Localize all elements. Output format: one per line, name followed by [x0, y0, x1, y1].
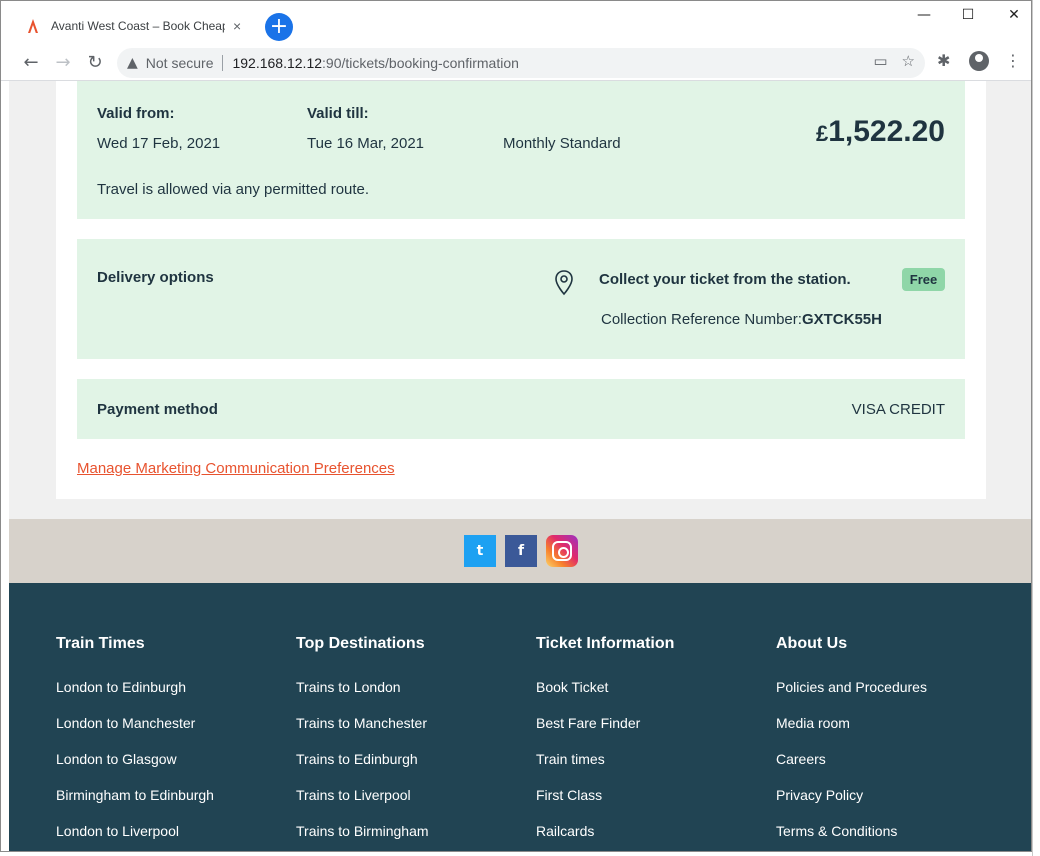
- footer-link[interactable]: Trains to Liverpool: [296, 785, 516, 821]
- footer-link[interactable]: London to Liverpool: [56, 821, 276, 851]
- footer-link[interactable]: Trains to London: [296, 677, 516, 713]
- footer-link[interactable]: Terms & Conditions: [776, 821, 996, 851]
- instagram-icon[interactable]: [546, 535, 578, 567]
- location-pin-icon: [555, 270, 573, 296]
- footer-link[interactable]: Careers: [776, 749, 996, 785]
- delivery-options-label: Delivery options: [97, 269, 214, 286]
- collection-reference-code: GXTCK55H: [801, 311, 882, 328]
- footer-link[interactable]: Trains to Manchester: [296, 713, 516, 749]
- footer-link[interactable]: Policies and Procedures: [776, 677, 996, 713]
- footer-column-train-times: Train Times London to Edinburgh London t…: [56, 635, 276, 851]
- tab-strip: Avanti West Coast – Book Cheap × + — ☐ ✕: [1, 1, 1031, 45]
- footer-link[interactable]: First Class: [536, 785, 756, 821]
- facebook-icon[interactable]: f: [505, 535, 537, 567]
- collection-reference-label: Collection Reference Number:: [601, 311, 802, 328]
- footer-heading: Train Times: [56, 635, 145, 652]
- tab-title: Avanti West Coast – Book Cheap: [51, 19, 225, 33]
- collection-reference: Collection Reference Number:GXTCK55H: [601, 311, 882, 328]
- ticket-validity-panel: Valid from: Wed 17 Feb, 2021 Valid till:…: [77, 81, 965, 219]
- payment-method-panel: Payment method VISA CREDIT: [77, 379, 965, 439]
- route-note: Travel is allowed via any permitted rout…: [97, 181, 370, 198]
- footer-link[interactable]: Book Ticket: [536, 677, 756, 713]
- forward-icon[interactable]: →: [49, 49, 77, 77]
- address-bar-actions: ▭ ☆: [873, 52, 915, 70]
- page-viewport[interactable]: Valid from: Wed 17 Feb, 2021 Valid till:…: [9, 81, 1031, 851]
- bookmark-star-icon[interactable]: ☆: [902, 52, 915, 70]
- tab-close-icon[interactable]: ×: [233, 18, 241, 34]
- tab-search-icon[interactable]: ▭: [873, 52, 887, 70]
- price-amount: 1,522.20: [828, 115, 945, 148]
- valid-till-label: Valid till:: [307, 105, 369, 122]
- payment-method-value: VISA CREDIT: [851, 401, 945, 418]
- site-footer: Train Times London to Edinburgh London t…: [9, 583, 1031, 851]
- free-badge: Free: [902, 268, 945, 291]
- footer-link[interactable]: Best Fare Finder: [536, 713, 756, 749]
- ticket-price: £1,522.20: [816, 115, 945, 149]
- browser-toolbar: ← → ↻ ▲ Not secure 192.168.12.12 :90/tic…: [1, 45, 1031, 81]
- footer-heading: About Us: [776, 635, 848, 652]
- footer-link[interactable]: Birmingham to Edinburgh: [56, 785, 276, 821]
- url-path: :90/tickets/booking-confirmation: [322, 55, 519, 71]
- footer-link[interactable]: London to Glasgow: [56, 749, 276, 785]
- footer-link[interactable]: Privacy Policy: [776, 785, 996, 821]
- footer-link[interactable]: London to Edinburgh: [56, 677, 276, 713]
- footer-heading: Ticket Information: [536, 635, 675, 652]
- marketing-preferences-link[interactable]: Manage Marketing Communication Preferenc…: [77, 460, 395, 477]
- reload-icon[interactable]: ↻: [81, 49, 109, 77]
- footer-link[interactable]: Media room: [776, 713, 996, 749]
- footer-heading: Top Destinations: [296, 635, 425, 652]
- payment-method-label: Payment method: [97, 401, 218, 418]
- delivery-options-panel: Delivery options Collect your ticket fro…: [77, 239, 965, 359]
- valid-till-date: Tue 16 Mar, 2021: [307, 135, 425, 152]
- desktop-background: [1032, 0, 1040, 856]
- twitter-icon[interactable]: t: [464, 535, 496, 567]
- close-window-button[interactable]: ✕: [991, 1, 1031, 29]
- browser-tab[interactable]: Avanti West Coast – Book Cheap ×: [9, 7, 257, 45]
- warning-icon: ▲: [127, 55, 138, 71]
- footer-column-about-us: About Us Policies and Procedures Media r…: [776, 635, 996, 851]
- footer-column-ticket-information: Ticket Information Book Ticket Best Fare…: [536, 635, 756, 851]
- footer-link[interactable]: Trains to Edinburgh: [296, 749, 516, 785]
- booking-confirmation-card: Valid from: Wed 17 Feb, 2021 Valid till:…: [56, 81, 986, 499]
- new-tab-button[interactable]: +: [265, 13, 293, 41]
- footer-link[interactable]: London to Manchester: [56, 713, 276, 749]
- instagram-glyph: [552, 541, 572, 561]
- valid-from-label: Valid from:: [97, 105, 175, 122]
- avanti-logo-icon: [28, 19, 38, 33]
- menu-icon[interactable]: ⋮: [1005, 51, 1021, 70]
- social-links-band: t f: [9, 519, 1031, 583]
- profile-avatar-icon[interactable]: [969, 51, 989, 71]
- maximize-button[interactable]: ☐: [945, 1, 991, 29]
- minimize-button[interactable]: —: [901, 1, 947, 29]
- browser-window: Avanti West Coast – Book Cheap × + — ☐ ✕…: [0, 0, 1032, 852]
- url-host: 192.168.12.12: [232, 55, 323, 71]
- footer-link[interactable]: Train times: [536, 749, 756, 785]
- address-bar[interactable]: ▲ Not secure 192.168.12.12 :90/tickets/b…: [117, 48, 925, 78]
- address-separator: [222, 55, 224, 71]
- currency-symbol: £: [815, 121, 829, 146]
- security-status[interactable]: Not secure: [146, 55, 214, 71]
- footer-column-top-destinations: Top Destinations Trains to London Trains…: [296, 635, 516, 851]
- delivery-method: Collect your ticket from the station.: [599, 271, 851, 288]
- footer-link[interactable]: Railcards: [536, 821, 756, 851]
- valid-from-date: Wed 17 Feb, 2021: [97, 135, 221, 152]
- back-icon[interactable]: ←: [17, 49, 45, 77]
- footer-link[interactable]: Trains to Birmingham: [296, 821, 516, 851]
- ticket-type: Monthly Standard: [503, 135, 621, 152]
- extensions-icon[interactable]: ✱: [937, 51, 950, 70]
